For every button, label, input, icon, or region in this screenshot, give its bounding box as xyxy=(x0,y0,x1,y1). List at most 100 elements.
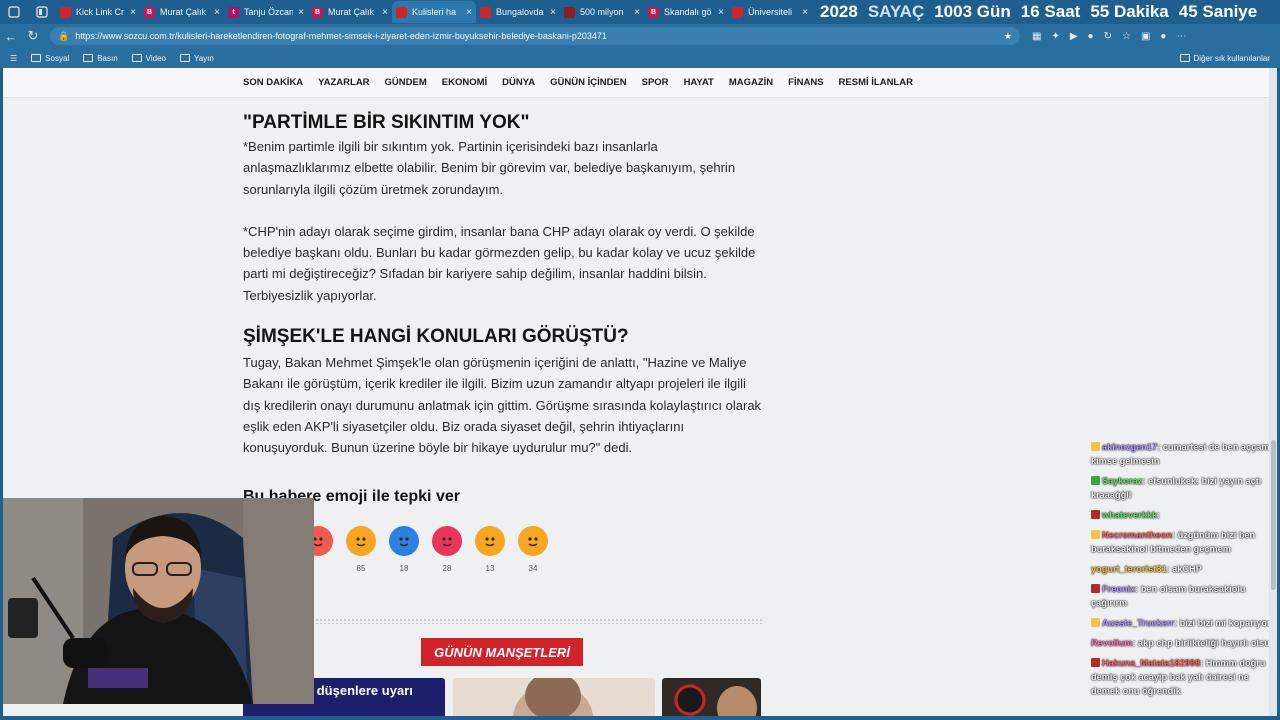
nav-link[interactable]: RESMİ İLANLAR xyxy=(839,77,913,88)
page-scrollbar[interactable] xyxy=(1269,68,1277,716)
extension-icon[interactable]: ● xyxy=(1088,31,1094,42)
tab[interactable]: Bungalovda × xyxy=(476,1,560,23)
chat-username[interactable]: akinozgen17 xyxy=(1102,442,1157,452)
bookmark-basin[interactable]: Basın xyxy=(83,54,118,63)
tab[interactable]: t Tanju Özcan × xyxy=(224,1,308,23)
chat-badge-icon xyxy=(1091,530,1100,539)
close-icon[interactable]: × xyxy=(382,7,388,18)
laugh-emoji[interactable] xyxy=(346,526,376,556)
tab-favicon-icon: B xyxy=(144,6,155,18)
chat-username[interactable]: whateverkkk xyxy=(1102,510,1157,520)
extension-icon[interactable]: ▶ xyxy=(1070,31,1078,42)
close-icon[interactable]: × xyxy=(130,7,136,18)
bookmark-yayin[interactable]: Yayın xyxy=(179,54,214,63)
close-icon[interactable]: × xyxy=(298,7,304,18)
tab-favicon-icon xyxy=(396,6,407,18)
extension-icon[interactable]: ▦ xyxy=(1032,31,1041,42)
webcam-overlay xyxy=(3,498,314,704)
reaction-count: 28 xyxy=(442,564,452,573)
counter-hours: 16 Saat xyxy=(1020,2,1081,21)
collections-icon[interactable]: ▣ xyxy=(1141,31,1150,42)
chat-username[interactable]: Aussie_Truckerr xyxy=(1102,618,1174,628)
nav-link[interactable]: SON DAKİKA xyxy=(243,77,303,88)
chat-username[interactable]: Saykoraz xyxy=(1102,476,1142,486)
nav-link[interactable]: GÜNDEM xyxy=(385,77,427,88)
tab[interactable]: Kick Link Cr × xyxy=(56,1,140,23)
section-heading: "PARTİMLE BİR SIKINTIM YOK" xyxy=(243,112,530,133)
nav-link[interactable]: GÜNÜN İÇİNDEN xyxy=(550,77,627,88)
other-bookmarks-label: Diğer sık kullanılanlar xyxy=(1193,53,1270,63)
refresh-icon[interactable]: ↻ xyxy=(22,28,44,44)
star-icon[interactable]: ★ xyxy=(1004,31,1012,42)
nav-link[interactable]: EKONOMİ xyxy=(442,77,487,88)
extension-icon[interactable]: ✦ xyxy=(1051,31,1059,42)
menu-icon[interactable]: ⋯ xyxy=(1176,31,1186,42)
bookmark-toggle-icon[interactable]: ☰ xyxy=(10,54,17,63)
headline-image xyxy=(513,678,593,716)
nav-link[interactable]: SPOR xyxy=(642,77,669,88)
article-paragraph: *Benim partimle ilgili bir sıkıntım yok.… xyxy=(243,139,736,197)
nav-link[interactable]: HAYAT xyxy=(684,77,714,88)
url-field[interactable]: 🔒 https://www.sozcu.com.tr/kulisleri-har… xyxy=(50,27,1020,45)
favorites-icon[interactable]: ☆ xyxy=(1122,31,1131,42)
headline-card[interactable] xyxy=(453,678,655,716)
tab-title: 500 milyon xyxy=(580,7,624,17)
nav-link[interactable]: MAGAZİN xyxy=(729,77,773,88)
nav-link[interactable]: YAZARLAR xyxy=(318,77,369,88)
tab[interactable]: Kulisleri ha × xyxy=(392,1,476,23)
chat-username[interactable]: Hakuna_Matata182998 xyxy=(1102,658,1200,668)
tab-title: Kick Link Cr xyxy=(76,7,125,17)
close-icon[interactable]: × xyxy=(214,7,220,18)
chat-username[interactable]: Revollum xyxy=(1091,638,1132,648)
chat-text: akCHP xyxy=(1172,564,1202,574)
chat-username[interactable]: Necromantheon xyxy=(1102,530,1172,540)
chat-message: yogurt_terorist31: akCHP xyxy=(1091,562,1277,576)
tab[interactable]: B Murat Çalık × xyxy=(140,1,224,23)
close-icon[interactable]: × xyxy=(718,7,724,18)
folder-icon xyxy=(31,54,42,62)
headline-card[interactable] xyxy=(662,678,761,716)
nav-link[interactable]: FİNANS xyxy=(788,77,823,88)
reaction-bar: 85 18 28 13 34 xyxy=(303,526,548,574)
nav-link[interactable]: DÜNYA xyxy=(502,77,535,88)
close-icon[interactable]: × xyxy=(802,7,808,18)
tab[interactable]: B Skandalı gö × xyxy=(644,1,728,23)
chat-username[interactable]: yogurt_terorist31 xyxy=(1091,564,1167,574)
tab[interactable]: 500 milyon × xyxy=(560,1,644,23)
folder-icon xyxy=(179,54,190,62)
close-icon[interactable]: × xyxy=(466,7,472,18)
bookmark-video[interactable]: Video xyxy=(131,53,166,63)
extension-icon[interactable]: ↻ xyxy=(1104,31,1112,42)
profile-icon[interactable] xyxy=(0,0,28,24)
reaction-count: 13 xyxy=(485,564,495,573)
tab-favicon-icon: B xyxy=(312,6,323,18)
bookmark-sosyal[interactable]: Sosyal xyxy=(31,54,69,63)
avatar[interactable]: ● xyxy=(1160,31,1166,42)
tab-favicon-icon: B xyxy=(648,6,659,18)
sad-emoji[interactable] xyxy=(475,526,505,556)
chat-username[interactable]: Freonix xyxy=(1102,584,1135,594)
tab-favicon-icon xyxy=(60,6,71,18)
close-icon[interactable]: × xyxy=(634,7,640,18)
tab[interactable]: B Murat Çalık × xyxy=(308,1,392,23)
tab-title: Bungalovda xyxy=(496,7,544,17)
bookmark-label: Video xyxy=(145,53,166,63)
tab-favicon-icon xyxy=(480,6,491,18)
back-icon[interactable]: ← xyxy=(0,29,22,44)
close-icon[interactable]: × xyxy=(550,7,556,18)
heart-emoji[interactable] xyxy=(432,526,462,556)
counter-minutes: 55 Dakika xyxy=(1090,2,1169,21)
like-emoji[interactable] xyxy=(389,526,419,556)
tab-title: Murat Çalık xyxy=(328,7,375,17)
tab-title: Murat Çalık xyxy=(160,7,207,17)
scrollbar-thumb[interactable] xyxy=(1271,440,1276,590)
wow-emoji[interactable] xyxy=(518,526,548,556)
counter-year: 2028 xyxy=(820,2,858,21)
other-bookmarks[interactable]: Diğer sık kullanılanlar xyxy=(1179,48,1270,68)
chat-badge-icon xyxy=(1091,618,1100,627)
tab-title: Skandalı gö xyxy=(664,7,712,17)
tab-actions-icon[interactable] xyxy=(28,0,56,24)
chat-message: Freonix: ben olsam buraksakiolu çağırırm xyxy=(1091,582,1277,610)
tab-favicon-icon: t xyxy=(228,6,239,18)
tab[interactable]: Üniversiteli × xyxy=(728,1,812,23)
